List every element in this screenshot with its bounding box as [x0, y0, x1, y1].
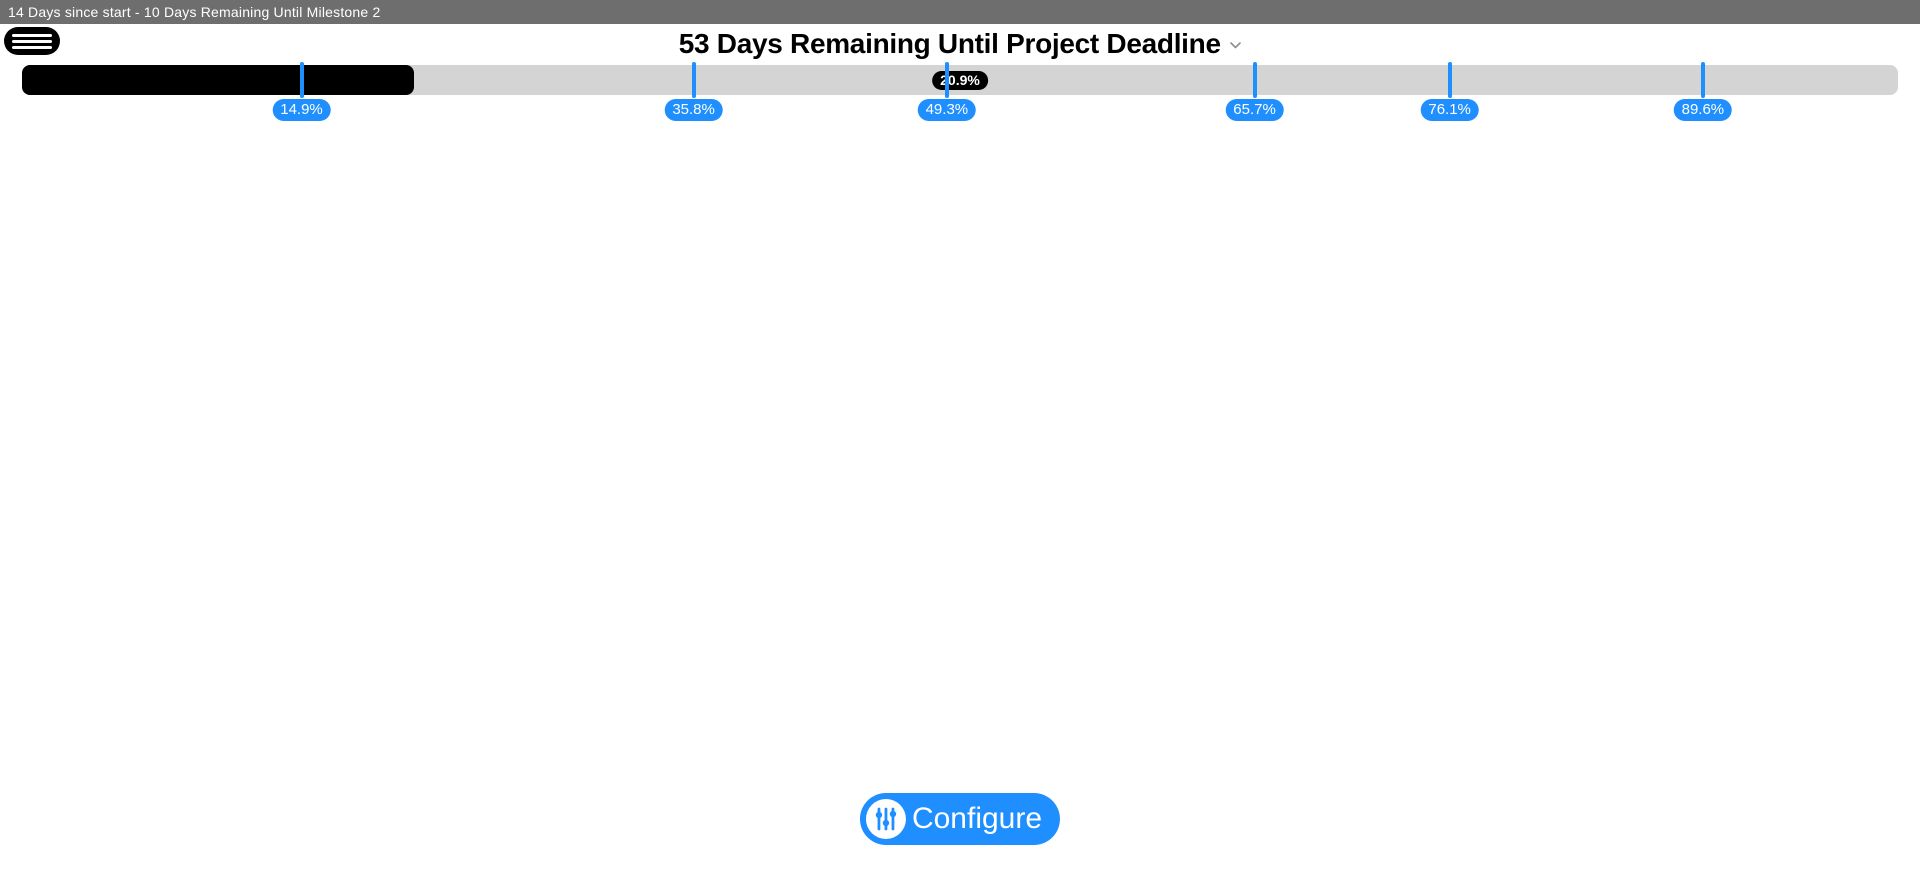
configure-label: Configure	[912, 802, 1042, 836]
chevron-down-icon	[1230, 24, 1241, 56]
configure-button[interactable]: Configure	[860, 793, 1060, 845]
status-text: 14 Days since start - 10 Days Remaining …	[8, 4, 380, 20]
sliders-icon	[866, 799, 906, 839]
milestone-label[interactable]: 35.8%	[664, 99, 723, 121]
hamburger-icon	[12, 40, 52, 43]
milestone-label[interactable]: 76.1%	[1420, 99, 1479, 121]
progress-fill	[22, 65, 414, 95]
hamburger-icon	[12, 34, 52, 37]
milestone-tick[interactable]	[300, 62, 304, 98]
milestone-label[interactable]: 49.3%	[918, 99, 977, 121]
progress-area: 20.9% 14.9%35.8%49.3%65.7%76.1%89.6%	[22, 65, 1898, 95]
milestone-tick[interactable]	[945, 62, 949, 98]
header-area: 53 Days Remaining Until Project Deadline…	[0, 27, 1920, 95]
status-bar: 14 Days since start - 10 Days Remaining …	[0, 0, 1920, 24]
milestone-tick[interactable]	[1253, 62, 1257, 98]
milestone-tick[interactable]	[1448, 62, 1452, 98]
menu-button[interactable]	[4, 27, 60, 55]
headline-text: 53 Days Remaining Until Project Deadline	[679, 28, 1221, 59]
progress-track[interactable]: 20.9% 14.9%35.8%49.3%65.7%76.1%89.6%	[22, 65, 1898, 95]
milestone-label[interactable]: 14.9%	[272, 99, 331, 121]
progress-percent-bubble: 20.9%	[932, 71, 988, 90]
milestone-tick[interactable]	[1701, 62, 1705, 98]
milestone-label[interactable]: 65.7%	[1225, 99, 1284, 121]
milestone-label[interactable]: 89.6%	[1674, 99, 1733, 121]
hamburger-icon	[12, 46, 52, 49]
milestone-tick[interactable]	[692, 62, 696, 98]
page-title[interactable]: 53 Days Remaining Until Project Deadline	[0, 27, 1920, 61]
